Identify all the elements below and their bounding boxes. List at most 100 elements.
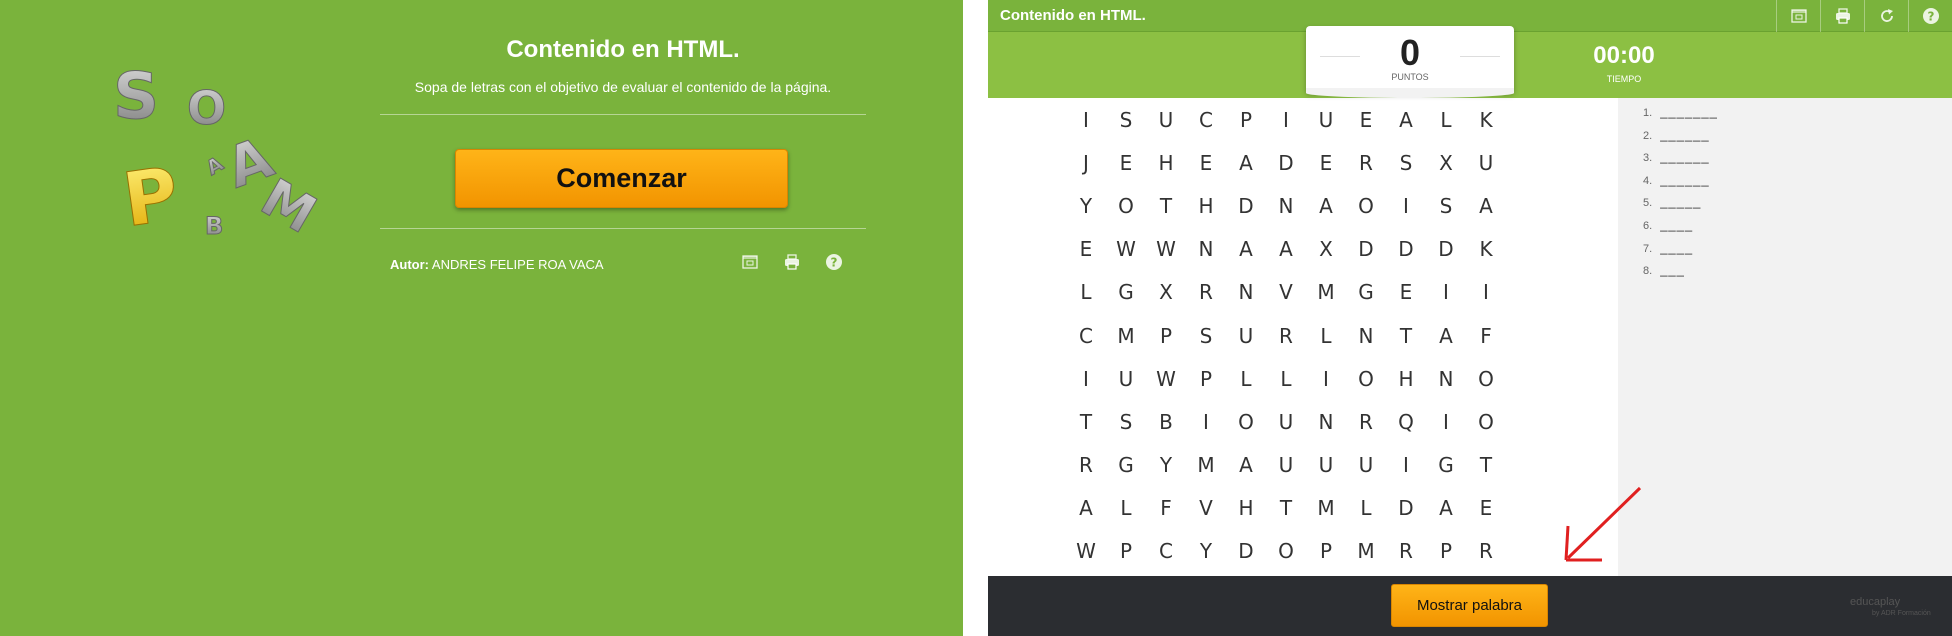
grid-cell[interactable]: A (1466, 194, 1506, 218)
grid-cell[interactable]: C (1146, 539, 1186, 563)
print-icon[interactable] (783, 253, 801, 271)
grid-cell[interactable]: E (1346, 108, 1386, 132)
grid-cell[interactable]: V (1186, 496, 1226, 520)
grid-cell[interactable]: L (1066, 280, 1106, 304)
grid-cell[interactable]: W (1066, 539, 1106, 563)
grid-cell[interactable]: M (1186, 453, 1226, 477)
grid-cell[interactable]: E (1186, 151, 1226, 175)
grid-cell[interactable]: P (1146, 324, 1186, 348)
grid-cell[interactable]: R (1466, 539, 1506, 563)
grid-cell[interactable]: M (1306, 496, 1346, 520)
grid-cell[interactable]: G (1346, 280, 1386, 304)
grid-cell[interactable]: H (1386, 367, 1426, 391)
grid-cell[interactable]: E (1306, 151, 1346, 175)
grid-cell[interactable]: O (1266, 539, 1306, 563)
grid-cell[interactable]: D (1426, 237, 1466, 261)
grid-cell[interactable]: P (1306, 539, 1346, 563)
grid-cell[interactable]: X (1146, 280, 1186, 304)
grid-cell[interactable]: N (1346, 324, 1386, 348)
grid-cell[interactable]: R (1346, 151, 1386, 175)
grid-cell[interactable]: L (1266, 367, 1306, 391)
grid-cell[interactable]: A (1426, 324, 1466, 348)
grid-cell[interactable]: I (1426, 410, 1466, 434)
grid-cell[interactable]: W (1106, 237, 1146, 261)
grid-cell[interactable]: O (1226, 410, 1266, 434)
grid-cell[interactable]: L (1106, 496, 1146, 520)
grid-cell[interactable]: N (1186, 237, 1226, 261)
grid-cell[interactable]: O (1106, 194, 1146, 218)
grid-cell[interactable]: R (1186, 280, 1226, 304)
restart-button[interactable] (1864, 0, 1908, 32)
grid-cell[interactable]: I (1066, 367, 1106, 391)
grid-cell[interactable]: E (1466, 496, 1506, 520)
grid-cell[interactable]: U (1306, 453, 1346, 477)
grid-cell[interactable]: W (1146, 237, 1186, 261)
grid-cell[interactable]: U (1266, 410, 1306, 434)
grid-cell[interactable]: D (1386, 496, 1426, 520)
grid-cell[interactable]: I (1466, 280, 1506, 304)
grid-cell[interactable]: A (1426, 496, 1466, 520)
grid-cell[interactable]: A (1226, 237, 1266, 261)
grid-cell[interactable]: U (1346, 453, 1386, 477)
grid-cell[interactable]: M (1346, 539, 1386, 563)
help-icon[interactable]: ? (825, 253, 843, 271)
grid-cell[interactable]: K (1466, 237, 1506, 261)
grid-cell[interactable]: S (1186, 324, 1226, 348)
grid-cell[interactable]: F (1146, 496, 1186, 520)
grid-cell[interactable]: U (1306, 108, 1346, 132)
grid-cell[interactable]: A (1386, 108, 1426, 132)
grid-cell[interactable]: P (1106, 539, 1146, 563)
print-button[interactable] (1820, 0, 1864, 32)
grid-cell[interactable]: G (1106, 453, 1146, 477)
grid-cell[interactable]: I (1386, 194, 1426, 218)
grid-cell[interactable]: E (1106, 151, 1146, 175)
grid-cell[interactable]: A (1066, 496, 1106, 520)
grid-cell[interactable]: U (1266, 453, 1306, 477)
grid-cell[interactable]: H (1146, 151, 1186, 175)
fullscreen-button[interactable] (1776, 0, 1820, 32)
grid-cell[interactable]: S (1386, 151, 1426, 175)
grid-cell[interactable]: D (1386, 237, 1426, 261)
grid-cell[interactable]: A (1226, 151, 1266, 175)
grid-cell[interactable]: S (1106, 410, 1146, 434)
grid-cell[interactable]: B (1146, 410, 1186, 434)
grid-cell[interactable]: W (1146, 367, 1186, 391)
grid-cell[interactable]: A (1226, 453, 1266, 477)
grid-cell[interactable]: N (1266, 194, 1306, 218)
grid-cell[interactable]: R (1346, 410, 1386, 434)
grid-cell[interactable]: E (1066, 237, 1106, 261)
grid-cell[interactable]: U (1106, 367, 1146, 391)
grid-cell[interactable]: T (1266, 496, 1306, 520)
grid-cell[interactable]: T (1386, 324, 1426, 348)
grid-cell[interactable]: Y (1066, 194, 1106, 218)
grid-cell[interactable]: Q (1386, 410, 1426, 434)
grid-cell[interactable]: O (1466, 367, 1506, 391)
grid-cell[interactable]: E (1386, 280, 1426, 304)
grid-cell[interactable]: R (1386, 539, 1426, 563)
grid-cell[interactable]: D (1266, 151, 1306, 175)
grid-cell[interactable]: I (1266, 108, 1306, 132)
grid-cell[interactable]: S (1106, 108, 1146, 132)
grid-cell[interactable]: P (1186, 367, 1226, 391)
grid-cell[interactable]: A (1306, 194, 1346, 218)
grid-cell[interactable]: M (1306, 280, 1346, 304)
grid-cell[interactable]: L (1346, 496, 1386, 520)
grid-cell[interactable]: R (1066, 453, 1106, 477)
show-word-button[interactable]: Mostrar palabra (1391, 584, 1548, 627)
grid-cell[interactable]: D (1226, 539, 1266, 563)
grid-cell[interactable]: I (1066, 108, 1106, 132)
grid-cell[interactable]: K (1466, 108, 1506, 132)
grid-cell[interactable]: S (1426, 194, 1466, 218)
help-button[interactable]: ? (1908, 0, 1952, 32)
grid-cell[interactable]: O (1466, 410, 1506, 434)
grid-cell[interactable]: U (1226, 324, 1266, 348)
grid-cell[interactable]: X (1306, 237, 1346, 261)
grid-cell[interactable]: M (1106, 324, 1146, 348)
grid-cell[interactable]: C (1186, 108, 1226, 132)
grid-cell[interactable]: L (1306, 324, 1346, 348)
grid-cell[interactable]: X (1426, 151, 1466, 175)
grid-cell[interactable]: L (1426, 108, 1466, 132)
grid-cell[interactable]: T (1066, 410, 1106, 434)
grid-cell[interactable]: T (1466, 453, 1506, 477)
start-button[interactable]: Comenzar (455, 149, 788, 208)
